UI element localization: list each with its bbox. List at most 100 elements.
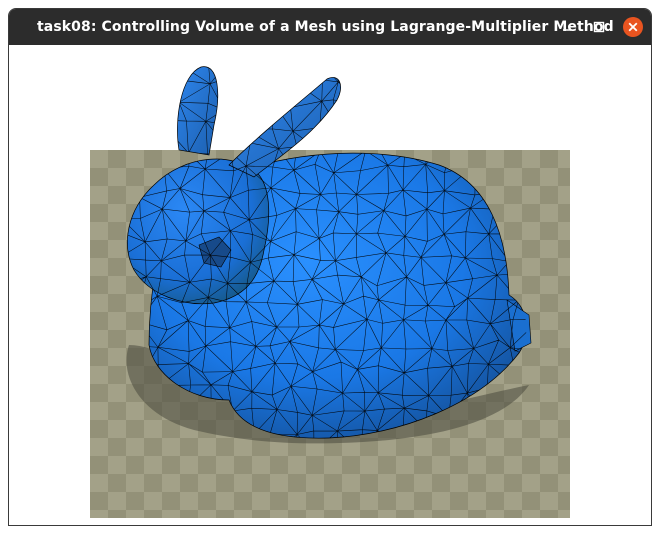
floor-tile	[432, 438, 450, 456]
floor-tile	[558, 510, 570, 518]
floor-tile	[234, 438, 252, 456]
floor-tile	[558, 366, 570, 384]
floor-tile	[288, 492, 306, 510]
floor-tile	[486, 420, 504, 438]
floor-tile	[90, 348, 108, 366]
floor-tile	[540, 150, 558, 168]
floor-tile	[144, 492, 162, 510]
floor-tile	[522, 420, 540, 438]
floor-tile	[522, 366, 540, 384]
floor-tile	[306, 492, 324, 510]
floor-tile	[198, 438, 216, 456]
floor-tile	[324, 474, 342, 492]
floor-tile	[540, 186, 558, 204]
floor-tile	[90, 420, 108, 438]
floor-tile	[540, 456, 558, 474]
floor-tile	[108, 474, 126, 492]
floor-tile	[180, 492, 198, 510]
floor-tile	[414, 510, 432, 518]
floor-tile	[162, 492, 180, 510]
floor-tile	[108, 186, 126, 204]
floor-tile	[144, 150, 162, 168]
floor-tile	[162, 510, 180, 518]
floor-tile	[108, 438, 126, 456]
floor-tile	[180, 456, 198, 474]
floor-tile	[126, 456, 144, 474]
floor-tile	[522, 510, 540, 518]
floor-tile	[378, 474, 396, 492]
maximize-button[interactable]	[587, 15, 611, 39]
render-viewport[interactable]	[9, 45, 651, 525]
floor-tile	[108, 204, 126, 222]
floor-tile	[522, 204, 540, 222]
floor-tile	[378, 510, 396, 518]
floor-tile	[558, 294, 570, 312]
floor-tile	[522, 168, 540, 186]
floor-tile	[90, 456, 108, 474]
floor-tile	[108, 420, 126, 438]
floor-tile	[558, 168, 570, 186]
floor-tile	[540, 474, 558, 492]
floor-tile	[558, 150, 570, 168]
floor-tile	[540, 276, 558, 294]
floor-tile	[90, 258, 108, 276]
floor-tile	[450, 438, 468, 456]
floor-tile	[108, 312, 126, 330]
floor-tile	[540, 240, 558, 258]
floor-tile	[486, 474, 504, 492]
floor-tile	[504, 510, 522, 518]
floor-tile	[468, 510, 486, 518]
floor-tile	[558, 276, 570, 294]
floor-tile	[558, 258, 570, 276]
floor-tile	[90, 402, 108, 420]
floor-tile	[108, 150, 126, 168]
floor-tile	[288, 456, 306, 474]
floor-tile	[522, 258, 540, 276]
floor-tile	[396, 474, 414, 492]
floor-tile	[540, 294, 558, 312]
title-bar[interactable]: task08: Controlling Volume of a Mesh usi…	[9, 9, 651, 45]
floor-tile	[468, 492, 486, 510]
floor-tile	[216, 492, 234, 510]
floor-tile	[414, 438, 432, 456]
floor-tile	[90, 330, 108, 348]
floor-tile	[504, 204, 522, 222]
floor-tile	[558, 330, 570, 348]
floor-tile	[504, 492, 522, 510]
floor-tile	[342, 492, 360, 510]
minimize-icon	[563, 29, 571, 31]
floor-tile	[144, 420, 162, 438]
floor-tile	[378, 438, 396, 456]
floor-tile	[450, 492, 468, 510]
bunny-ear-back	[177, 66, 219, 156]
floor-tile	[504, 222, 522, 240]
close-button[interactable]	[621, 15, 645, 39]
floor-tile	[540, 492, 558, 510]
floor-tile	[90, 276, 108, 294]
floor-tile	[522, 438, 540, 456]
floor-tile	[486, 492, 504, 510]
floor-tile	[558, 474, 570, 492]
floor-tile	[288, 474, 306, 492]
floor-tile	[126, 294, 144, 312]
floor-tile	[288, 510, 306, 518]
scene-canvas[interactable]	[9, 45, 651, 525]
floor-tile	[450, 456, 468, 474]
floor-tile	[90, 492, 108, 510]
floor-tile	[522, 222, 540, 240]
floor-tile	[108, 510, 126, 518]
floor-tile	[234, 492, 252, 510]
floor-tile	[540, 168, 558, 186]
floor-tile	[432, 474, 450, 492]
floor-tile	[126, 168, 144, 186]
floor-tile	[144, 510, 162, 518]
floor-tile	[108, 222, 126, 240]
minimize-button[interactable]	[555, 15, 579, 39]
floor-tile	[360, 474, 378, 492]
floor-tile	[540, 222, 558, 240]
floor-tile	[504, 420, 522, 438]
floor-tile	[108, 330, 126, 348]
floor-tile	[540, 438, 558, 456]
floor-tile	[90, 186, 108, 204]
floor-tile	[486, 150, 504, 168]
